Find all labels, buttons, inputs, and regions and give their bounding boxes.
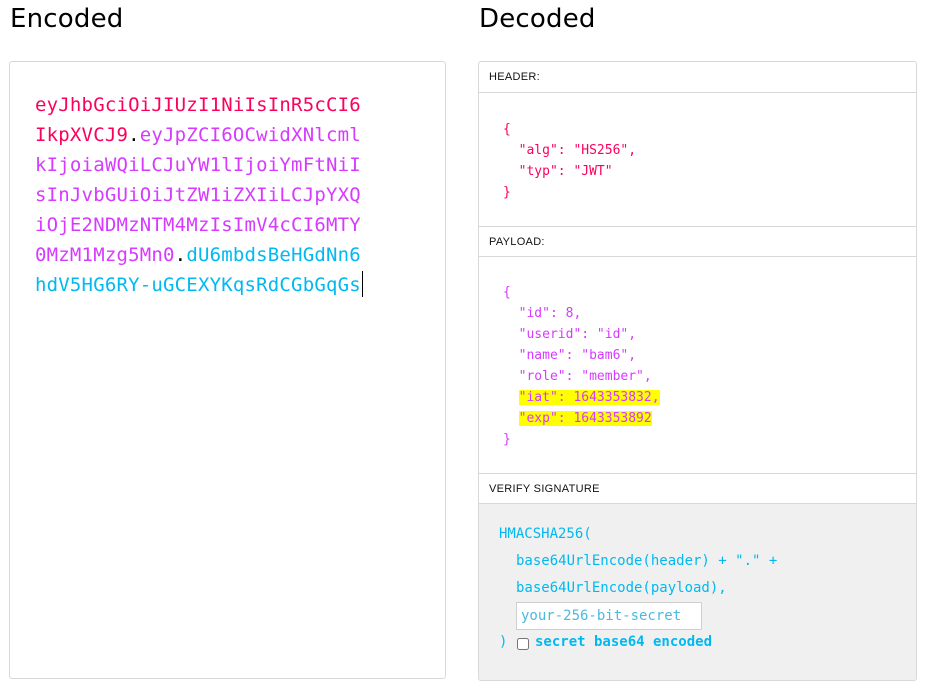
token-line: IkpXVCJ9.eyJpZCI6OCwidXNlcml (35, 120, 435, 150)
secret-input[interactable] (516, 602, 702, 630)
text-caret (361, 271, 363, 297)
header-json-line: "alg": "HS256", (503, 143, 637, 158)
payload-json-line: "name": "bam6", (503, 348, 637, 363)
payload-json[interactable]: { "id": 8, "userid": "id", "name": "bam6… (503, 282, 660, 450)
hmac-function-label: HMACSHA256( (499, 526, 592, 542)
payload-json-line: "role": "member", (503, 369, 652, 384)
token-line: hdV5HG6RY-uGCEXYKqsRdCGbGqGs (35, 270, 435, 300)
verify-signature-body: HMACSHA256( base64UrlEncode(header) + ".… (479, 504, 916, 680)
token-line: eyJhbGciOiJIUzI1NiIsInR5cCI6 (35, 90, 435, 120)
token-line: 0MzM1Mzg5Mn0.dU6mbdsBeHGdNn6 (35, 240, 435, 270)
encoded-token-text[interactable]: eyJhbGciOiJIUzI1NiIsInR5cCI6 IkpXVCJ9.eyJ… (35, 90, 435, 300)
token-payload-segment: iOjE2NDMzNTM4MzIsImV4cCI6MTY (35, 214, 361, 236)
highlighted-claim: "exp": 1643353892 (518, 411, 652, 426)
decoded-title: Decoded (479, 4, 596, 34)
token-payload-segment: sInJvbGUiOiJtZW1iZXIiLCJpYXQ (35, 184, 361, 206)
header-json[interactable]: { "alg": "HS256", "typ": "JWT"} (503, 119, 636, 203)
token-sig-segment: dU6mbdsBeHGdNn6 (186, 244, 361, 266)
payload-json-line: "userid": "id", (503, 327, 637, 342)
token-line: kIjoiaWQiLCJuYW1lIjoiYmFtNiI (35, 150, 435, 180)
highlighted-claim: "iat": 1643353832, (518, 390, 660, 405)
header-json-line: } (503, 185, 511, 200)
payload-json-line: "iat": 1643353832, (503, 387, 660, 408)
token-separator: . (174, 244, 187, 266)
header-section-label: HEADER: (479, 62, 916, 93)
encoded-token-editor[interactable]: eyJhbGciOiJIUzI1NiIsInR5cCI6 IkpXVCJ9.eyJ… (9, 61, 446, 679)
payload-json-line: "exp": 1643353892 (503, 408, 660, 429)
base64-checkbox[interactable] (517, 638, 529, 650)
verify-signature-label: VERIFY SIGNATURE (479, 473, 916, 504)
token-line: sInJvbGUiOiJtZW1iZXIiLCJpYXQ (35, 180, 435, 210)
token-payload-segment: eyJpZCI6OCwidXNlcml (139, 124, 361, 146)
payload-json-line: "id": 8, (503, 306, 582, 321)
header-json-line: { (503, 122, 511, 137)
header-json-line: "typ": "JWT" (503, 164, 613, 179)
token-separator: . (128, 124, 140, 146)
payload-json-line: { (503, 285, 511, 300)
base64-checkbox-label[interactable]: secret base64 encoded (535, 634, 712, 650)
header-encode-line: base64UrlEncode(header) + "." + (516, 553, 778, 569)
payload-encode-line: base64UrlEncode(payload), (516, 580, 727, 596)
token-header-segment: eyJhbGciOiJIUzI1NiIsInR5cCI6 (35, 94, 361, 116)
payload-json-line: } (503, 432, 511, 447)
token-payload-segment: 0MzM1Mzg5Mn0 (35, 244, 175, 266)
payload-section-label: PAYLOAD: (479, 226, 916, 257)
token-header-segment: IkpXVCJ9 (35, 124, 129, 146)
token-payload-segment: kIjoiaWQiLCJuYW1lIjoiYmFtNiI (35, 154, 361, 176)
token-line: iOjE2NDMzNTM4MzIsImV4cCI6MTY (35, 210, 435, 240)
closing-paren: ) (499, 634, 508, 650)
encoded-title: Encoded (10, 4, 124, 34)
decoded-panel: HEADER: { "alg": "HS256", "typ": "JWT"} … (478, 61, 917, 681)
token-sig-segment: hdV5HG6RY-uGCEXYKqsRdCGbGqGs (35, 274, 361, 296)
